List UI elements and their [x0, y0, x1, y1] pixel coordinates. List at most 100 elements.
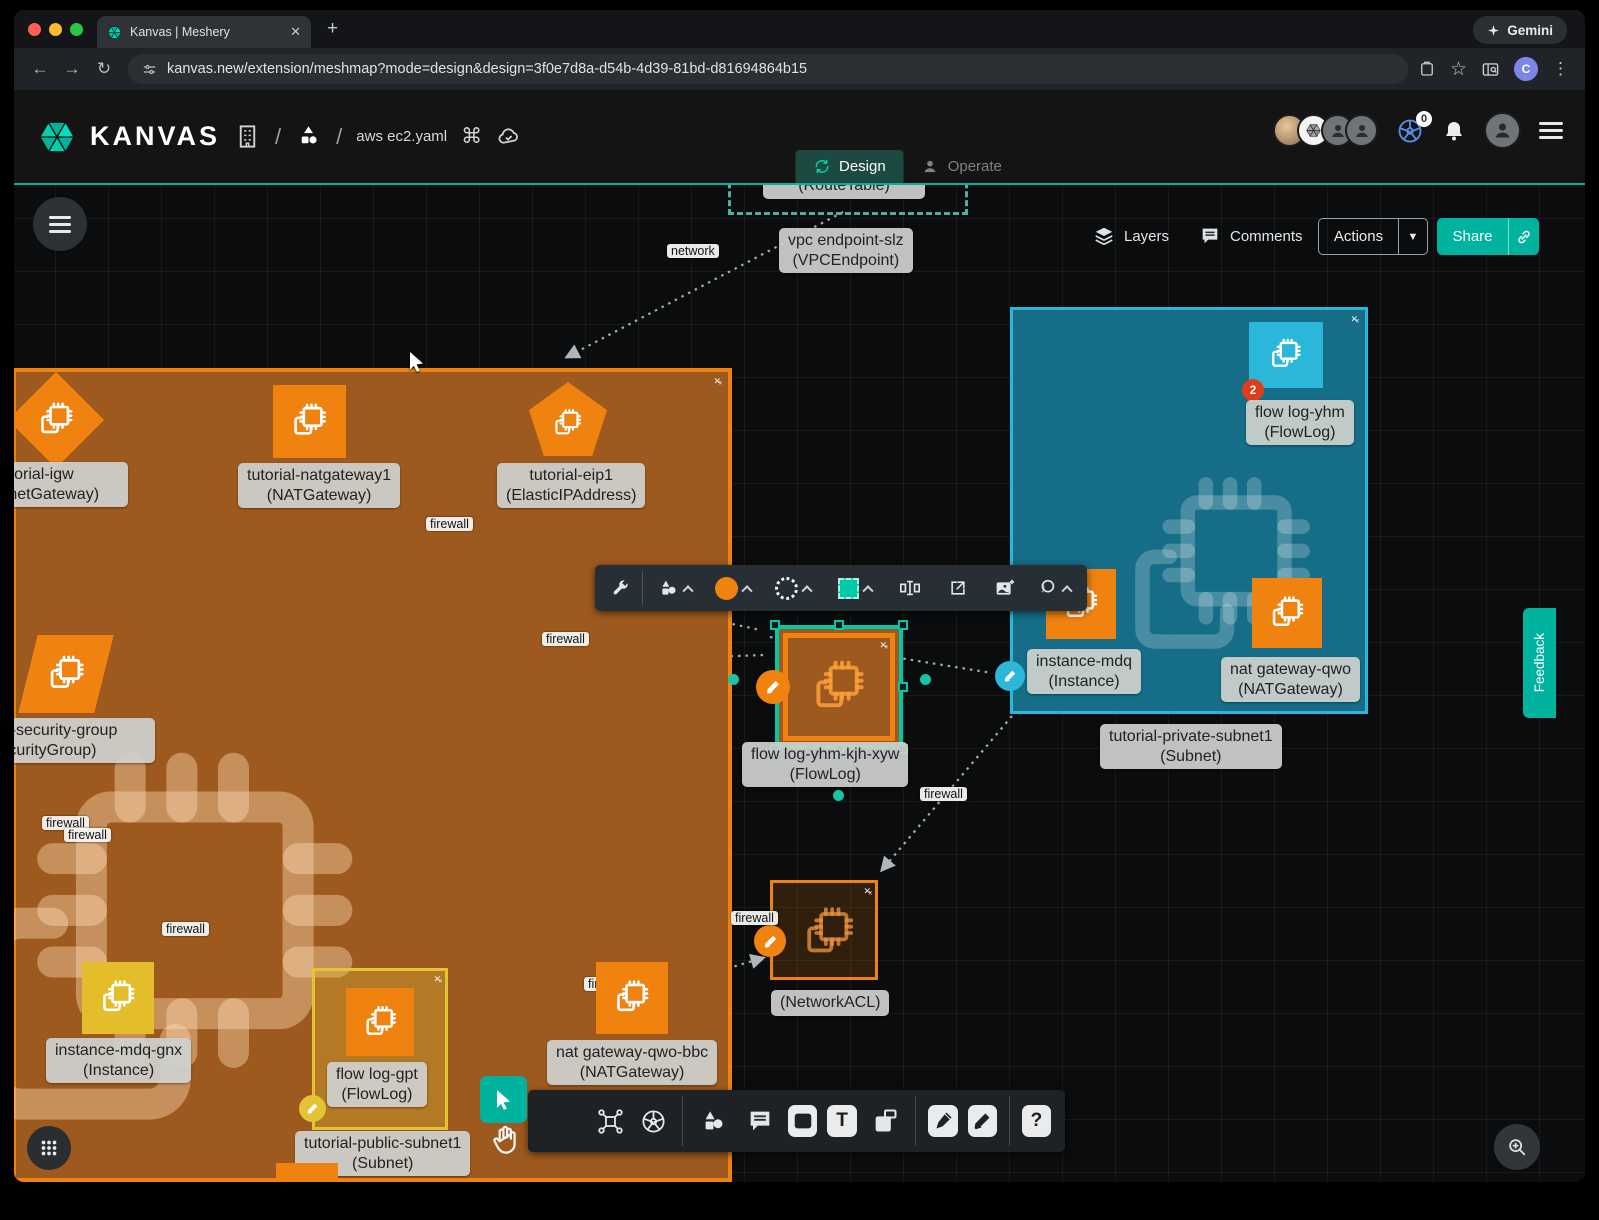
- kubernetes-context[interactable]: 0: [1396, 117, 1424, 145]
- widgets-button[interactable]: [27, 1126, 71, 1170]
- add-image-button[interactable]: [982, 578, 1027, 599]
- partial-node[interactable]: [276, 1163, 338, 1182]
- command-shortcut-icon[interactable]: ⌘: [461, 124, 482, 149]
- node-label-private-subnet[interactable]: tutorial-private-subnet1 (Subnet): [1100, 724, 1282, 769]
- site-settings-icon[interactable]: [142, 62, 157, 77]
- node-label-flowlog-gpt[interactable]: flow log-gpt (FlowLog): [327, 1062, 427, 1107]
- chrome-profile-avatar[interactable]: C: [1514, 57, 1538, 81]
- notifications-bell-icon[interactable]: [1442, 119, 1466, 143]
- comments-button[interactable]: Comments: [1199, 225, 1303, 247]
- node-label-flowlog-selected[interactable]: flow log-yhm-kjh-xyw (FlowLog): [742, 742, 908, 787]
- node-label-network-acl[interactable]: (NetworkACL): [771, 990, 889, 1016]
- gemini-button[interactable]: Gemini: [1473, 16, 1567, 44]
- resize-handle[interactable]: [770, 620, 780, 630]
- node-label-vpc-endpoint[interactable]: vpc endpoint-slz (VPCEndpoint): [779, 228, 913, 273]
- design-canvas[interactable]: (RouteTable) vpc endpoint-slz (VPCEndpoi…: [14, 185, 1585, 1182]
- node-instance-gnx[interactable]: [82, 962, 154, 1034]
- comment-tool-button[interactable]: [741, 1107, 778, 1135]
- resize-handle[interactable]: [898, 620, 908, 630]
- collapse-handle-icon[interactable]: ✕ₓ: [1351, 314, 1358, 325]
- zoom-button[interactable]: [1494, 1124, 1540, 1170]
- node-label-eip1[interactable]: tutorial-eip1 (ElasticIPAddress): [497, 463, 645, 508]
- copy-link-icon[interactable]: [1515, 228, 1533, 246]
- pencil-tool-button[interactable]: [968, 1105, 997, 1137]
- node-label-natgateway1[interactable]: tutorial-natgateway1 (NATGateway): [238, 463, 400, 508]
- resize-text-button[interactable]: [887, 577, 933, 599]
- grouping-button[interactable]: [1029, 577, 1079, 599]
- open-in-new-button[interactable]: [936, 578, 981, 598]
- actions-dropdown-arrow[interactable]: ▼: [1399, 231, 1427, 243]
- tab-operate[interactable]: Operate: [904, 150, 1020, 183]
- organization-icon[interactable]: [234, 123, 261, 150]
- shapes-tool-button[interactable]: [695, 1108, 732, 1135]
- notification-count-badge[interactable]: 2: [1242, 379, 1264, 401]
- layers-button[interactable]: Layers: [1093, 225, 1169, 247]
- user-profile-avatar[interactable]: [1484, 112, 1521, 149]
- collapse-handle-icon[interactable]: ✕ₓ: [714, 376, 721, 387]
- node-flowlog-yhm[interactable]: [1249, 322, 1323, 388]
- node-label-igw[interactable]: tutorial-igw (InternetGateway): [14, 462, 128, 507]
- node-natgw-qwo[interactable]: [1252, 578, 1322, 648]
- edit-badge[interactable]: [756, 670, 790, 704]
- forward-button[interactable]: →: [58, 59, 86, 79]
- node-label-security-group[interactable]: tutorial-security-group (SecurityGroup): [14, 718, 155, 763]
- select-tool-button[interactable]: [480, 1076, 527, 1123]
- image-tool-button[interactable]: [788, 1105, 817, 1137]
- fill-color-button[interactable]: [705, 577, 761, 600]
- edit-badge[interactable]: [299, 1095, 326, 1122]
- node-flowlog-gpt[interactable]: [346, 988, 414, 1056]
- back-button[interactable]: ←: [26, 59, 54, 79]
- connection-dot[interactable]: [920, 674, 931, 685]
- shape-picker-button[interactable]: [647, 578, 703, 599]
- connection-dot[interactable]: [833, 790, 844, 801]
- collapse-handle-icon[interactable]: ✕ₓ: [864, 886, 871, 897]
- pen-tool-button[interactable]: [928, 1105, 957, 1137]
- node-label-natgw-qwo[interactable]: nat gateway-qwo (NATGateway): [1221, 657, 1360, 702]
- node-natgw-bbc[interactable]: [596, 962, 668, 1034]
- design-file-name[interactable]: aws ec2.yaml: [356, 128, 447, 145]
- edit-badge[interactable]: [754, 925, 786, 957]
- text-tool-button[interactable]: T: [827, 1105, 856, 1137]
- node-label-routetable[interactable]: (RouteTable): [763, 185, 925, 199]
- new-tab-button[interactable]: +: [327, 18, 338, 40]
- feedback-tab[interactable]: Feedback: [1523, 608, 1556, 718]
- edit-badge[interactable]: [995, 661, 1025, 691]
- canvas-menu-button[interactable]: [33, 197, 87, 251]
- reload-button[interactable]: ↻: [90, 59, 118, 79]
- resize-handle[interactable]: [834, 620, 844, 630]
- node-label-natgw-bbc[interactable]: nat gateway-qwo-bbc (NATGateway): [547, 1040, 717, 1085]
- selection-color-button[interactable]: [825, 578, 885, 599]
- close-window-button[interactable]: [28, 23, 41, 36]
- chrome-menu-icon[interactable]: ⋮: [1552, 59, 1569, 79]
- maximize-window-button[interactable]: [70, 23, 83, 36]
- share-button[interactable]: Share: [1437, 228, 1508, 245]
- configure-tool-button[interactable]: [603, 578, 638, 598]
- node-network-acl[interactable]: ✕ₓ: [770, 880, 878, 980]
- browser-tab[interactable]: Kanvas | Meshery ✕: [97, 16, 311, 48]
- connection-dot[interactable]: [728, 674, 739, 685]
- node-label-instance-gnx[interactable]: instance-mdq-gnx (Instance): [46, 1038, 191, 1083]
- meshmap-components-button[interactable]: [594, 1108, 627, 1135]
- kanvas-logo-icon[interactable]: [38, 118, 76, 156]
- actions-button[interactable]: Actions: [1319, 228, 1398, 245]
- app-menu-icon[interactable]: [1539, 122, 1563, 139]
- help-button[interactable]: ?: [1022, 1105, 1051, 1137]
- search-tabs-icon[interactable]: [1481, 60, 1500, 79]
- node-label-flowlog-yhm[interactable]: flow log-yhm (FlowLog): [1246, 400, 1354, 445]
- collapse-handle-icon[interactable]: ✕ₓ: [434, 974, 441, 985]
- resize-handle[interactable]: [898, 682, 908, 692]
- node-natgateway1[interactable]: [273, 385, 346, 458]
- node-flowlog-selected[interactable]: ✕ₓ: [775, 625, 903, 749]
- sticky-note-button[interactable]: [867, 1107, 904, 1135]
- collapse-handle-icon[interactable]: ✕ₓ: [880, 640, 887, 651]
- save-icon[interactable]: [1418, 60, 1436, 78]
- pan-tool-button[interactable]: [489, 1123, 521, 1157]
- minimize-window-button[interactable]: [49, 23, 62, 36]
- close-tab-icon[interactable]: ✕: [290, 24, 301, 40]
- node-label-instance-mdq[interactable]: instance-mdq (Instance): [1027, 649, 1141, 694]
- workspace-shapes-icon[interactable]: [295, 123, 322, 150]
- tab-design[interactable]: Design: [795, 150, 904, 183]
- bookmark-star-icon[interactable]: ☆: [1450, 58, 1467, 81]
- border-style-button[interactable]: [763, 577, 823, 600]
- collaborator-avatars[interactable]: [1273, 114, 1378, 147]
